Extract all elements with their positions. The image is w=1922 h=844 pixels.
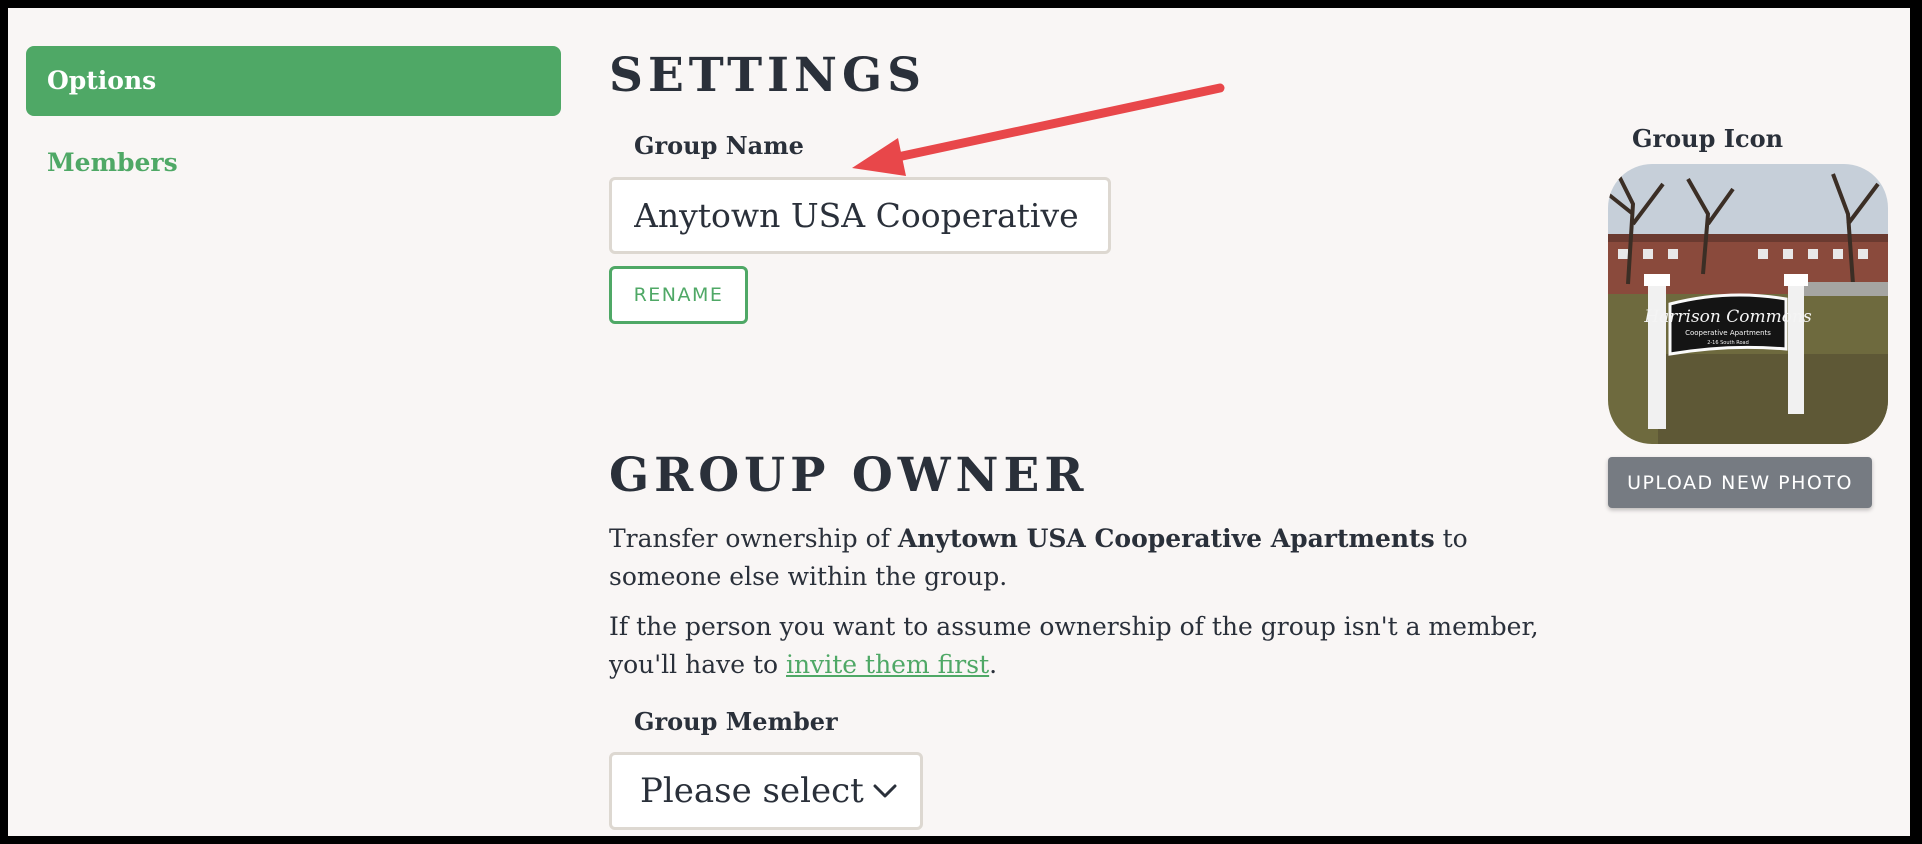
group-owner-heading: GROUP OWNER (609, 448, 1089, 503)
svg-text:Cooperative Apartments: Cooperative Apartments (1685, 329, 1771, 337)
sidebar-item-label: Options (47, 66, 157, 95)
group-icon-photo: Harrison Commons Cooperative Apartments … (1608, 164, 1888, 444)
group-member-label: Group Member (634, 707, 838, 736)
group-member-select[interactable]: Please select (609, 752, 923, 830)
photo-sign-text: Harrison Commons (1643, 307, 1812, 327)
chevron-down-icon (873, 784, 897, 798)
group-photo-image: Harrison Commons Cooperative Apartments … (1608, 164, 1888, 444)
group-icon-label: Group Icon (1632, 124, 1784, 153)
group-name-bold: Anytown USA Cooperative Apartments (897, 524, 1435, 553)
upload-photo-button[interactable]: UPLOAD NEW PHOTO (1608, 457, 1872, 508)
group-name-input[interactable] (609, 177, 1111, 254)
page-frame: Options Members SETTINGS Group Name RENA… (8, 8, 1910, 836)
group-name-label: Group Name (634, 131, 804, 160)
rename-button[interactable]: RENAME (609, 266, 748, 324)
select-value: Please select (640, 771, 864, 811)
sidebar-item-label: Members (47, 148, 178, 177)
transfer-description: Transfer ownership of Anytown USA Cooper… (609, 524, 1468, 591)
invite-link[interactable]: invite them first (786, 650, 989, 679)
sidebar-item-members[interactable]: Members (47, 148, 178, 177)
sidebar-item-options[interactable]: Options (26, 46, 561, 116)
invite-description: If the person you want to assume ownersh… (609, 612, 1539, 679)
svg-text:2-16 South Road: 2-16 South Road (1707, 340, 1749, 346)
annotation-arrow-icon (852, 83, 1225, 176)
